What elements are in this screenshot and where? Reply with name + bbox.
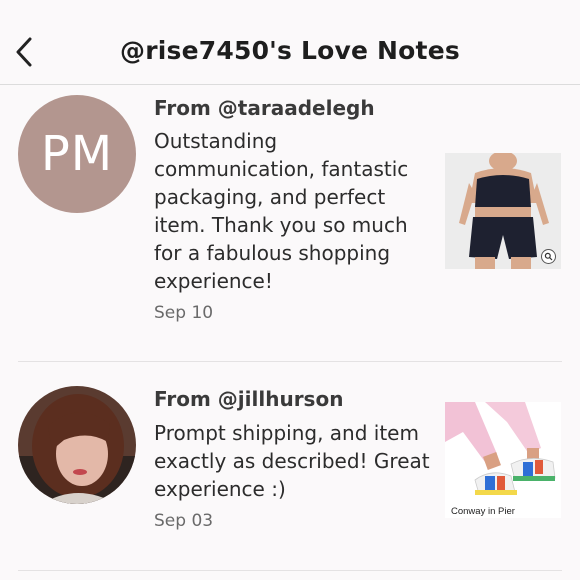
zoom-icon[interactable] — [541, 249, 556, 264]
thumbnail-caption: Conway in Pier — [451, 506, 515, 517]
note-author[interactable]: From @jillhurson — [154, 387, 343, 411]
avatar[interactable] — [18, 386, 136, 504]
item-thumbnail[interactable] — [445, 153, 561, 269]
avatar-initials: PM — [40, 126, 114, 182]
divider — [18, 570, 562, 571]
header: @rise7450's Love Notes — [0, 0, 580, 85]
item-thumbnail[interactable]: Conway in Pier — [445, 402, 561, 518]
note-message: Outstanding communication, fantastic pac… — [154, 129, 409, 293]
avatar[interactable]: PM — [18, 95, 136, 213]
page-title: @rise7450's Love Notes — [120, 36, 460, 65]
note-message: Prompt shipping, and item exactly as des… — [154, 421, 430, 501]
item-photo — [445, 402, 561, 518]
avatar-photo — [18, 386, 136, 504]
love-note: PM From @taraadelegh Outstanding communi… — [0, 85, 580, 361]
note-author[interactable]: From @taraadelegh — [154, 96, 375, 120]
note-date: Sep 03 — [154, 511, 214, 531]
love-note: From @jillhurson Prompt shipping, and it… — [0, 362, 580, 570]
note-date: Sep 10 — [154, 303, 214, 323]
